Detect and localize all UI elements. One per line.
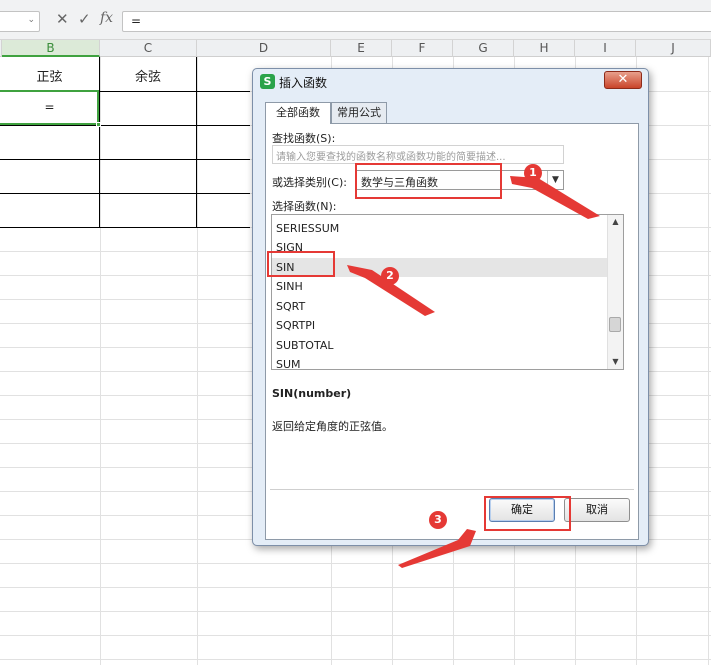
scroll-down-icon[interactable]: ▼ [608, 355, 623, 369]
check-icon[interactable]: ✓ [78, 10, 91, 28]
fill-handle[interactable] [96, 122, 101, 127]
step-badge-3: 3 [429, 511, 447, 529]
scroll-up-icon[interactable]: ▲ [608, 215, 623, 229]
column-header-i[interactable]: I [575, 40, 636, 57]
wps-logo-icon: S [260, 74, 275, 89]
list-item[interactable]: SQRT [272, 297, 609, 316]
cell-c1[interactable]: 余弦 [100, 66, 196, 85]
column-header-j[interactable]: J [636, 40, 711, 57]
list-item[interactable]: SUBTOTAL [272, 336, 609, 355]
highlight-box-sin [267, 251, 335, 277]
column-header-d[interactable]: D [197, 40, 331, 57]
cancel-button[interactable]: 取消 [564, 498, 630, 522]
column-header-g[interactable]: G [453, 40, 514, 57]
formula-bar: ⌄ ✕ ✓ fx = [0, 0, 711, 40]
formula-input[interactable]: = [122, 11, 711, 32]
column-header-h[interactable]: H [514, 40, 575, 57]
step-badge-1: 1 [524, 164, 542, 182]
tab-all-functions[interactable]: 全部函数 [265, 102, 331, 124]
function-list[interactable]: SERIESSUM SIGN SIN SINH SQRT SQRTPI SUBT… [271, 214, 624, 371]
list-item[interactable]: SERIESSUM [272, 219, 609, 238]
function-search-input[interactable]: 请输入您要查找的函数名称或函数功能的简要描述... [272, 145, 564, 164]
close-icon[interactable]: ✕ [56, 10, 69, 28]
column-header-e[interactable]: E [331, 40, 392, 57]
dialog-close-button[interactable]: ✕ [604, 71, 642, 89]
tab-common-formulas[interactable]: 常用公式 [331, 102, 387, 123]
column-header-c[interactable]: C [100, 40, 197, 57]
list-item[interactable]: SINH [272, 277, 609, 296]
cell-b1[interactable]: 正弦 [0, 66, 99, 85]
dialog-titlebar[interactable]: S 插入函数 ✕ [253, 69, 648, 95]
column-header-bar: B C D E F G H I J [0, 40, 711, 57]
list-scrollbar[interactable]: ▲ ▼ [607, 215, 623, 369]
step-badge-2: 2 [381, 267, 399, 285]
list-item[interactable]: SUM [272, 355, 609, 371]
active-cell-cursor [0, 90, 101, 127]
function-description: 返回给定角度的正弦值。 [272, 420, 393, 433]
highlight-box-category [355, 163, 502, 199]
name-box[interactable]: ⌄ [0, 11, 40, 32]
chevron-down-icon[interactable]: ▼ [547, 171, 563, 189]
function-signature: SIN(number) [272, 387, 352, 400]
insert-function-dialog: S 插入函数 ✕ 全部函数 常用公式 查找函数(S): 请输入您要查找的函数名称… [252, 68, 649, 546]
list-item[interactable]: SQRTPI [272, 316, 609, 335]
category-label: 或选择类别(C): [272, 176, 347, 189]
chevron-down-icon[interactable]: ⌄ [27, 15, 35, 25]
divider [270, 489, 634, 490]
scroll-thumb[interactable] [609, 317, 621, 332]
search-label: 查找函数(S): [272, 132, 336, 145]
dialog-title: 插入函数 [279, 76, 328, 90]
fx-icon[interactable]: fx [100, 10, 113, 26]
function-list-label: 选择函数(N): [272, 200, 337, 213]
highlight-box-ok [484, 496, 571, 531]
column-header-f[interactable]: F [392, 40, 453, 57]
column-header-b[interactable]: B [2, 40, 100, 57]
